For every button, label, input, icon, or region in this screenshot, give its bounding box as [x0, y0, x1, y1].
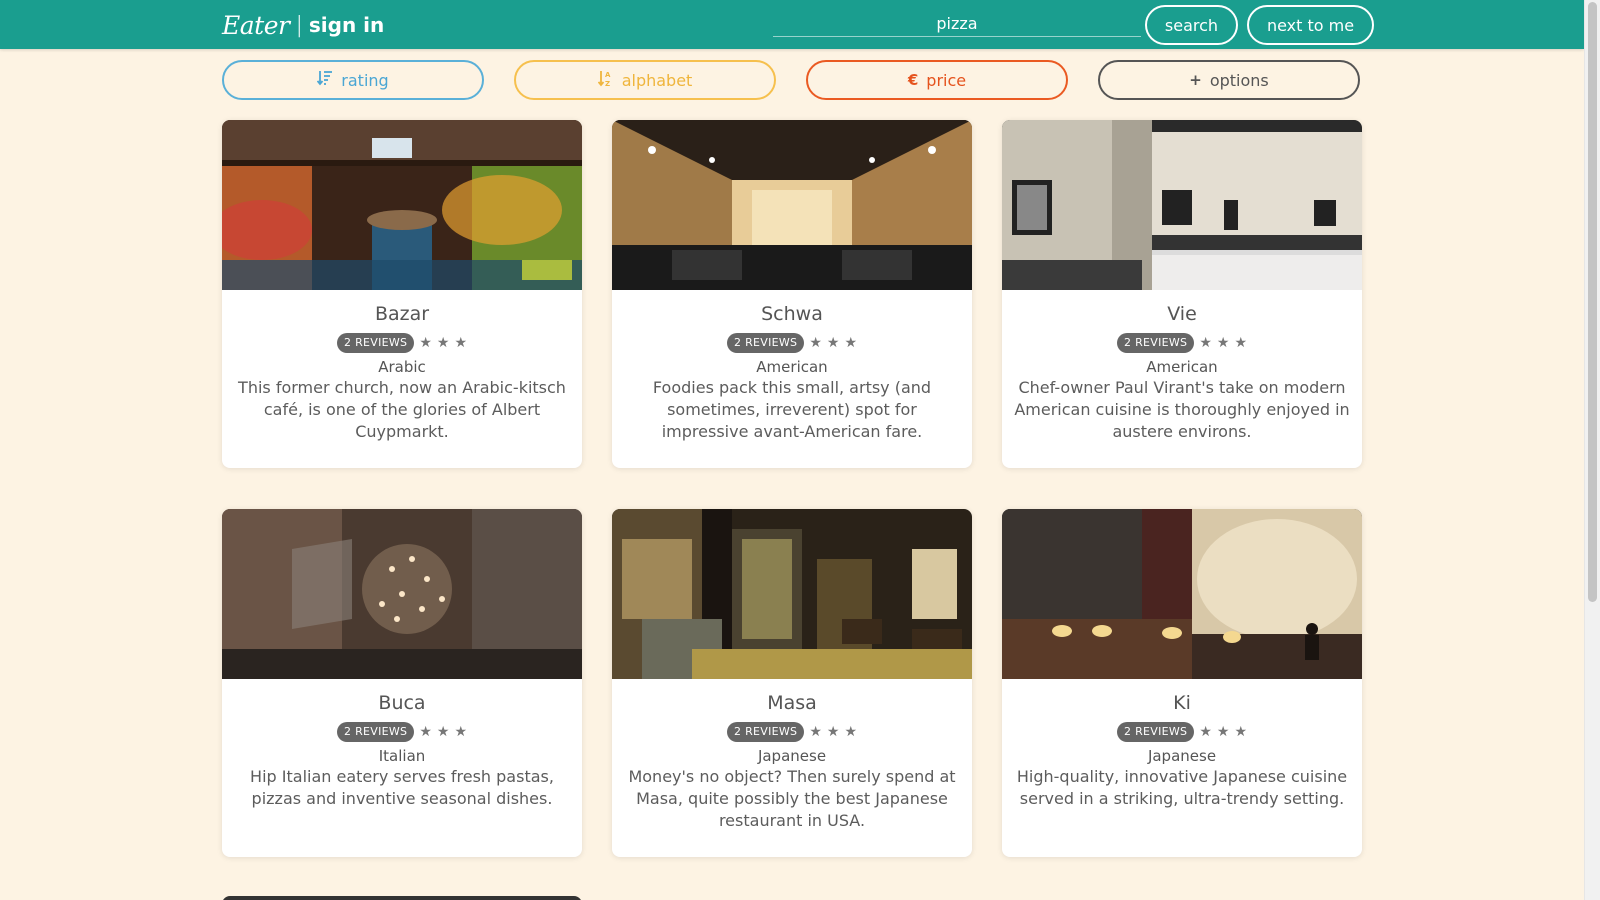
options-button[interactable]: + options — [1098, 60, 1360, 100]
star-icon: ★ — [809, 335, 822, 351]
filter-label: rating — [341, 70, 389, 90]
restaurant-description: Money's no object? Then surely spend at … — [628, 767, 956, 830]
restaurant-name[interactable]: Masa — [612, 691, 972, 715]
brand-separator: | — [295, 12, 303, 38]
reviews-badge[interactable]: 2 REVIEWS — [1116, 333, 1195, 353]
rating-row: 2 REVIEWS ★ ★ ★ — [222, 722, 582, 742]
restaurant-photo — [612, 120, 972, 290]
cuisine-label: Japanese — [1147, 747, 1217, 765]
star-icon: ★ — [844, 724, 858, 740]
sort-price-button[interactable]: € price — [806, 60, 1068, 100]
eater-logo[interactable]: Eater — [222, 11, 290, 40]
star-icon: ★ — [436, 335, 450, 351]
restaurant-name[interactable]: Ki — [1002, 691, 1362, 715]
cuisine-label: Italian — [378, 747, 426, 765]
reviews-badge[interactable]: 2 REVIEWS — [1116, 722, 1195, 742]
star-icon: ★ — [1216, 335, 1230, 351]
sign-in-link[interactable]: sign in — [309, 13, 384, 37]
star-icon: ★ — [454, 335, 468, 351]
reviews-badge[interactable]: 2 REVIEWS — [726, 333, 805, 353]
restaurant-description: High-quality, innovative Japanese cuisin… — [1016, 767, 1348, 808]
restaurant-description: Chef-owner Paul Virant's take on modern … — [1014, 378, 1350, 441]
cuisine-label: Japanese — [757, 747, 827, 765]
reviews-badge[interactable]: 2 REVIEWS — [336, 333, 415, 353]
top-navbar: Eater | sign in search next to me — [0, 0, 1584, 49]
restaurant-photo — [612, 509, 972, 679]
filter-label: options — [1209, 70, 1269, 90]
search-button[interactable]: search — [1145, 5, 1238, 45]
rating-row: 2 REVIEWS ★ ★ ★ — [612, 333, 972, 353]
euro-icon: € — [907, 71, 919, 89]
star-icon: ★ — [1199, 724, 1212, 740]
svg-text:Z: Z — [605, 80, 610, 87]
restaurant-name[interactable]: Schwa — [612, 302, 972, 326]
restaurant-photo — [1002, 120, 1362, 290]
filter-label: alphabet — [621, 70, 693, 90]
plus-icon: + — [1189, 71, 1202, 89]
star-icon: ★ — [826, 724, 840, 740]
reviews-badge[interactable]: 2 REVIEWS — [336, 722, 415, 742]
star-icon: ★ — [826, 335, 840, 351]
rating-row: 2 REVIEWS ★ ★ ★ — [1002, 333, 1362, 353]
star-icon: ★ — [419, 724, 432, 740]
restaurant-description: This former church, now an Arabic-kitsch… — [238, 378, 566, 441]
restaurant-description: Hip Italian eatery serves fresh pastas, … — [250, 767, 554, 808]
star-icon: ★ — [436, 724, 450, 740]
rating-row: 2 REVIEWS ★ ★ ★ — [612, 722, 972, 742]
star-icon: ★ — [1234, 335, 1248, 351]
star-icon: ★ — [419, 335, 432, 351]
restaurant-description: Foodies pack this small, artsy (and some… — [652, 378, 932, 441]
star-icon: ★ — [809, 724, 822, 740]
restaurant-photo — [1002, 509, 1362, 679]
restaurant-card[interactable]: Masa 2 REVIEWS ★ ★ ★ Japanese Money's no… — [612, 509, 972, 857]
restaurant-photo — [222, 120, 582, 290]
filter-label: price — [926, 70, 967, 90]
cuisine-label: American — [1146, 358, 1218, 376]
restaurant-card[interactable]: Vie 2 REVIEWS ★ ★ ★ American Chef-owner … — [1002, 120, 1362, 468]
sort-alpha-icon: A Z — [597, 70, 614, 91]
star-icon: ★ — [454, 724, 468, 740]
scrollbar-thumb[interactable] — [1588, 2, 1597, 602]
restaurant-card-partial[interactable] — [222, 896, 582, 900]
svg-text:A: A — [605, 71, 611, 79]
restaurant-card[interactable]: Bazar 2 REVIEWS ★ ★ ★ Arabic This former… — [222, 120, 582, 468]
search-input[interactable] — [773, 11, 1141, 37]
cuisine-label: Arabic — [378, 358, 426, 376]
rating-row: 2 REVIEWS ★ ★ ★ — [1002, 722, 1362, 742]
page-scrollbar[interactable] — [1584, 0, 1600, 900]
star-icon: ★ — [844, 335, 858, 351]
restaurant-photo — [222, 509, 582, 679]
brand: Eater | sign in — [222, 10, 384, 40]
restaurant-card[interactable]: Schwa 2 REVIEWS ★ ★ ★ American Foodies p… — [612, 120, 972, 468]
restaurant-card[interactable]: Buca 2 REVIEWS ★ ★ ★ Italian Hip Italian… — [222, 509, 582, 857]
sort-amount-icon — [317, 70, 333, 90]
cuisine-label: American — [756, 358, 828, 376]
sort-alphabet-button[interactable]: A Z alphabet — [514, 60, 776, 100]
sort-rating-button[interactable]: rating — [222, 60, 484, 100]
rating-row: 2 REVIEWS ★ ★ ★ — [222, 333, 582, 353]
next-to-me-button[interactable]: next to me — [1247, 5, 1374, 45]
star-icon: ★ — [1216, 724, 1230, 740]
restaurant-name[interactable]: Buca — [222, 691, 582, 715]
restaurant-name[interactable]: Bazar — [222, 302, 582, 326]
reviews-badge[interactable]: 2 REVIEWS — [726, 722, 805, 742]
star-icon: ★ — [1234, 724, 1248, 740]
restaurant-name[interactable]: Vie — [1002, 302, 1362, 326]
restaurant-card[interactable]: Ki 2 REVIEWS ★ ★ ★ Japanese High-quality… — [1002, 509, 1362, 857]
star-icon: ★ — [1199, 335, 1212, 351]
